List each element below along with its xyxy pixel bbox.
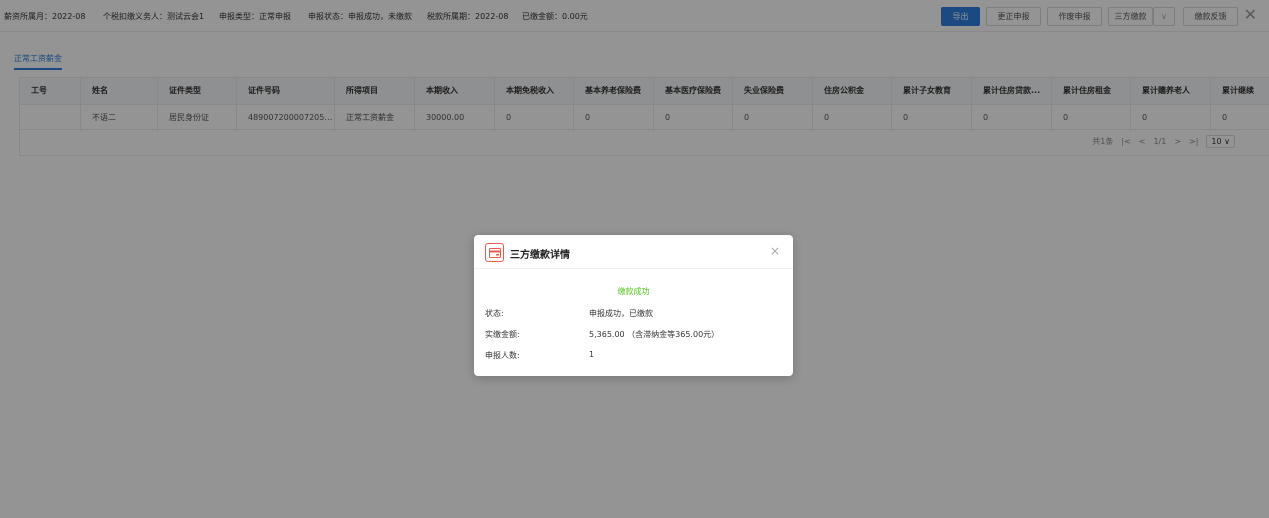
field-label: 实缴金额: [485,330,520,339]
page: 薪资所属月：2022-08 个税扣缴义务人：测试云会1 申报类型：正常申报 申报… [0,0,1269,518]
modal-title: 三方缴款详情 [510,250,570,261]
field-value: 申报成功，已缴款 [589,309,653,318]
field-value: 5,365.00 （含滞纳金等365.00元） [589,330,720,339]
payment-card-icon [485,243,504,262]
field-label: 申报人数: [485,351,520,360]
payment-detail-modal: 三方缴款详情 × 缴款成功 状态: 申报成功，已缴款 实缴金额: 5,365.0… [474,235,793,376]
field-value: 1 [589,350,595,359]
field-label: 状态: [485,309,504,318]
payment-status-message: 缴款成功 [617,287,650,296]
close-icon[interactable]: × [770,244,780,258]
modal-header: 三方缴款详情 × [474,235,793,269]
